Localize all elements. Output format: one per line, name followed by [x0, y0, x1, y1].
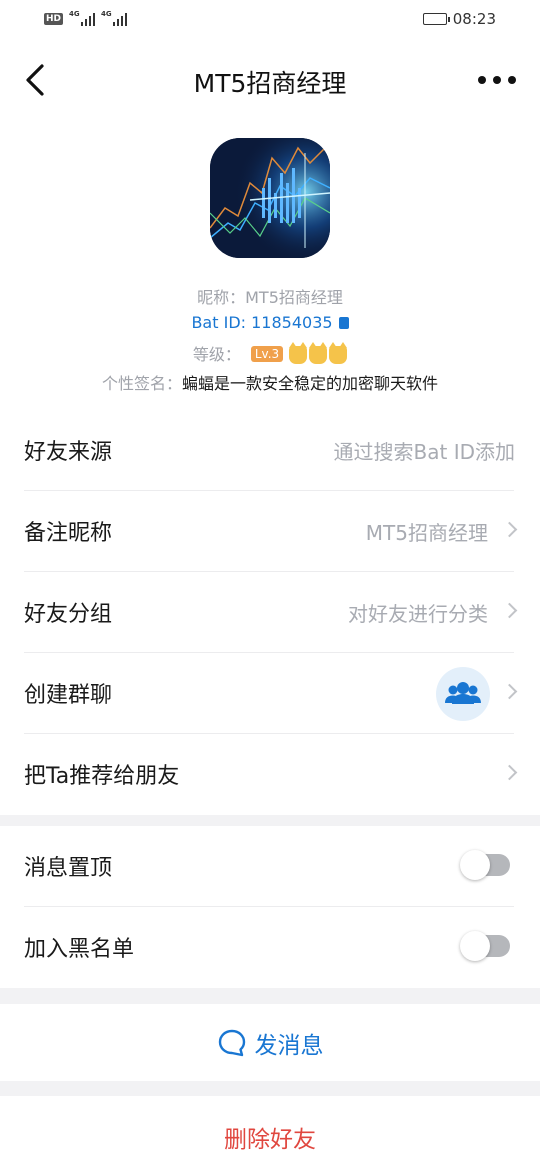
chat-bubble-icon [218, 1029, 245, 1057]
status-icons-right: 08:23 [422, 10, 496, 28]
nickname-value: MT5招商经理 [245, 288, 343, 307]
row-value: 对好友进行分类 [348, 602, 488, 626]
chevron-right-icon [501, 764, 518, 781]
signature-value: 蝙蝠是一款安全稳定的加密聊天软件 [182, 374, 439, 393]
toggle-settings-list: 消息置顶 加入黑名单 [0, 826, 540, 988]
row-blacklist: 加入黑名单 [0, 907, 540, 988]
chevron-right-icon [501, 602, 518, 619]
copy-icon[interactable] [338, 317, 349, 329]
more-dots-icon[interactable] [478, 76, 516, 84]
pin-message-toggle[interactable] [460, 850, 510, 880]
row-pin-message: 消息置顶 [0, 826, 540, 907]
signature-line: 个性签名：蝙蝠是一款安全稳定的加密聊天软件 [0, 370, 540, 394]
delete-friend-button[interactable]: 删除好友 [0, 1096, 540, 1170]
row-label: 加入黑名单 [24, 937, 135, 962]
nickname-label: 昵称： [197, 288, 246, 307]
chevron-right-icon [501, 521, 518, 538]
signal-icon-2: 4G [101, 10, 128, 26]
page-title: MT5招商经理 [193, 69, 347, 98]
hd-badge: HD [44, 13, 64, 25]
clock: 08:23 [452, 10, 496, 28]
chevron-right-icon [501, 683, 518, 700]
row-friend-source: 好友来源 通过搜索Bat ID添加 [0, 410, 540, 491]
profile-card: 昵称：MT5招商经理 Bat ID: 11854035 等级： Lv.3 个性签名… [0, 120, 540, 410]
avatar[interactable] [210, 138, 330, 258]
send-message-label: 发消息 [254, 1033, 324, 1059]
row-label: 好友来源 [24, 440, 113, 465]
nickname-line: 昵称：MT5招商经理 [0, 284, 540, 308]
bat-id-value: 11854035 [251, 313, 333, 332]
bat-id-line: Bat ID: 11854035 [0, 313, 540, 332]
battery-icon [422, 13, 450, 25]
level-badge: Lv.3 [250, 346, 284, 362]
stock-chart-avatar-icon [210, 138, 330, 258]
row-label: 备注昵称 [24, 521, 113, 546]
group-users-icon[interactable] [436, 667, 490, 721]
status-bar: HD 4G 4G 08:23 [0, 0, 540, 40]
send-message-button[interactable]: 发消息 [0, 1004, 540, 1081]
row-label: 把Ta推荐给朋友 [24, 764, 180, 789]
level-line: 等级： Lv.3 [0, 341, 540, 368]
cat-badges-icon [287, 342, 348, 368]
row-remark-name[interactable]: 备注昵称 MT5招商经理 [0, 491, 540, 572]
blacklist-toggle[interactable] [460, 931, 510, 961]
signature-label: 个性签名： [101, 374, 182, 393]
status-icons-left: HD 4G 4G [44, 10, 128, 26]
friend-settings-list: 好友来源 通过搜索Bat ID添加 备注昵称 MT5招商经理 好友分组 对好友进… [0, 410, 540, 815]
row-recommend-to-friend[interactable]: 把Ta推荐给朋友 [0, 734, 540, 815]
nav-header: MT5招商经理 [0, 40, 540, 120]
bat-id-label: Bat ID: [191, 313, 252, 332]
delete-friend-label: 删除好友 [224, 1127, 316, 1153]
row-value: 通过搜索Bat ID添加 [333, 440, 515, 464]
row-label: 消息置顶 [24, 856, 113, 881]
row-create-group-chat[interactable]: 创建群聊 [0, 653, 540, 734]
signal-icon: 4G [69, 10, 96, 26]
row-friend-group[interactable]: 好友分组 对好友进行分类 [0, 572, 540, 653]
row-value: MT5招商经理 [365, 521, 488, 545]
row-label: 好友分组 [24, 602, 113, 627]
row-label: 创建群聊 [24, 683, 113, 708]
level-label: 等级： [192, 345, 241, 364]
